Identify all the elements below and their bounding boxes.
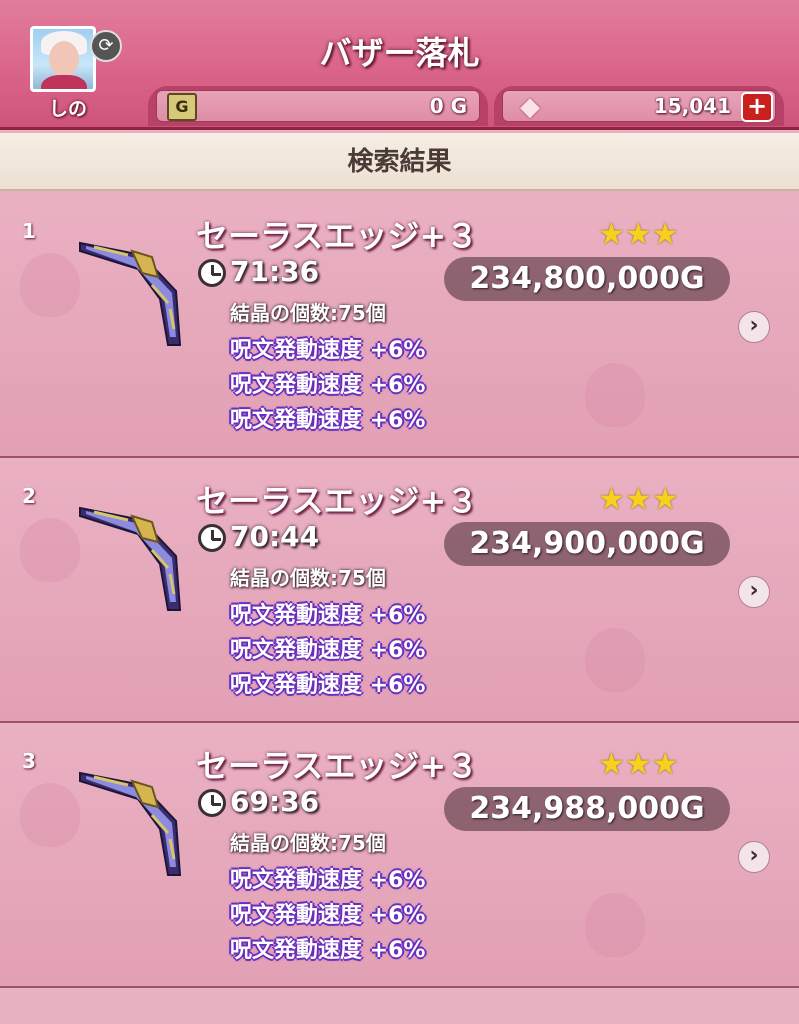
effect-line: 呪文発動速度 +6% [230,603,426,628]
list-item[interactable]: 1 セーラスエッジ+３ ★★★ 71:36 234,800,000G 結晶の個数… [0,193,799,458]
effect-line: 呪文発動速度 +6% [230,868,426,893]
effect-list: 呪文発動速度 +6% 呪文発動速度 +6% 呪文発動速度 +6% [230,863,425,968]
time-remaining: 69:36 [230,785,320,818]
effect-line: 呪文発動速度 +6% [230,673,426,698]
chevron-right-icon[interactable]: › [738,311,770,343]
gem-icon: ◆ [520,92,540,122]
boomerang-icon [79,771,182,876]
background-decoration [585,363,645,427]
header-bar: ⟳ しの バザー落札 G 0 G ◆ 15,041 + [0,0,799,130]
listing-number: 3 [22,749,36,773]
avatar-body [41,75,87,89]
effect-line: 呪文発動速度 +6% [230,408,426,433]
item-name: セーラスエッジ+３ [196,217,479,255]
crystal-count: 結晶の個数:75個 [230,566,386,590]
star-icon: ★★★ [598,747,679,782]
time-remaining: 71:36 [230,255,320,288]
listing-number: 1 [22,219,36,243]
effect-line: 呪文発動速度 +6% [230,373,426,398]
star-icon: ★★★ [598,482,679,517]
background-decoration [20,518,80,582]
list-item[interactable]: 3 セーラスエッジ+３ ★★★ 69:36 234,988,000G 結晶の個数… [0,723,799,988]
star-rating: ★★★ [598,217,681,252]
page-title: バザー落札 [319,34,480,72]
effect-line: 呪文発動速度 +6% [230,938,426,963]
crystal-count: 結晶の個数:75個 [230,301,386,325]
gold-icon: G [167,93,197,121]
time-remaining: 70:44 [230,520,320,553]
effect-line: 呪文発動速度 +6% [230,903,426,928]
price-badge: 234,800,000G [444,257,730,301]
price-badge: 234,988,000G [444,787,730,831]
effect-line: 呪文発動速度 +6% [230,638,426,663]
crystal-count: 結晶の個数:75個 [230,831,386,855]
clock-icon [198,789,226,817]
star-icon: ★★★ [598,217,679,252]
chevron-right-icon[interactable]: › [738,841,770,873]
listing-number: 2 [22,484,36,508]
item-name: セーラスエッジ+３ [196,482,479,520]
gold-panel: G 0 G [148,86,488,126]
gem-panel: ◆ 15,041 + [494,86,784,126]
gold-value: 0 G [429,94,467,118]
player-name: しの [48,98,87,120]
background-decoration [585,628,645,692]
effect-list: 呪文発動速度 +6% 呪文発動速度 +6% 呪文発動速度 +6% [230,333,425,438]
add-gems-button[interactable]: + [741,92,773,122]
clock-icon [198,259,226,287]
item-name: セーラスエッジ+３ [196,747,479,785]
listing-list: 1 セーラスエッジ+３ ★★★ 71:36 234,800,000G 結晶の個数… [0,193,799,988]
effect-line: 呪文発動速度 +6% [230,338,426,363]
boomerang-icon [79,506,182,611]
background-decoration [20,253,80,317]
clock-icon [198,524,226,552]
star-rating: ★★★ [598,482,681,517]
price-badge: 234,900,000G [444,522,730,566]
chevron-right-icon[interactable]: › [738,576,770,608]
list-item[interactable]: 2 セーラスエッジ+３ ★★★ 70:44 234,900,000G 結晶の個数… [0,458,799,723]
star-rating: ★★★ [598,747,681,782]
effect-list: 呪文発動速度 +6% 呪文発動速度 +6% 呪文発動速度 +6% [230,598,425,703]
section-title: 検索結果 [0,133,799,191]
background-decoration [20,783,80,847]
boomerang-icon [79,241,182,346]
gem-value: 15,041 [653,94,731,118]
background-decoration [585,893,645,957]
